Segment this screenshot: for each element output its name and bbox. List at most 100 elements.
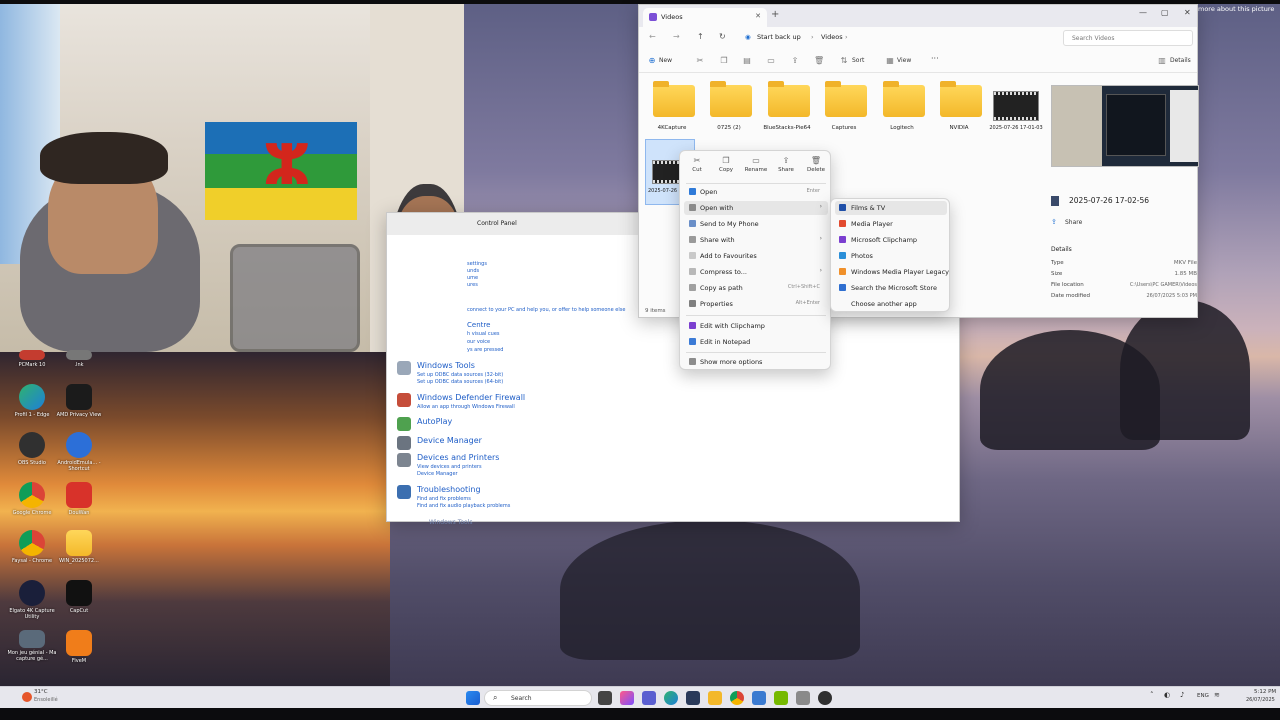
breadcrumb-start-back-up[interactable]: Start back up [757,33,801,41]
folder-item[interactable]: 4KCapture [645,81,699,135]
teams-icon[interactable] [642,691,656,705]
copy-icon[interactable]: ❐ [719,56,729,66]
submenu-films-tv[interactable]: Films & TV [835,201,947,215]
bottom-partial-link[interactable]: Windows Tools [429,519,472,526]
folder-item[interactable]: Captures [817,81,871,135]
clock-time[interactable]: 5:12 PM [1254,689,1276,695]
submenu-clipchamp[interactable]: Microsoft Clipchamp [835,233,947,247]
forward-icon[interactable]: → [673,32,680,41]
start-icon[interactable] [466,691,480,705]
clock-date[interactable]: 26/07/2025 [1246,697,1275,703]
folder-item[interactable]: 0725 (2) [702,81,756,135]
weather-icon[interactable] [22,692,32,702]
folder-item[interactable]: Logitech [875,81,929,135]
chrome-icon[interactable] [730,691,744,705]
more-options-button[interactable]: ··· [931,54,939,63]
share-icon[interactable]: ⇪ [790,56,800,66]
details-share-button[interactable]: Share [1065,219,1082,226]
maximize-icon[interactable]: ▢ [1161,8,1169,17]
details-button[interactable]: Details [1170,57,1191,64]
breadcrumb-videos[interactable]: Videos [821,33,843,41]
desktop-icon-win-folder[interactable]: WIN_2025072... [53,530,105,564]
desktop-icon-capcut[interactable]: CapCut [53,580,105,614]
side-link[interactable]: settings [467,261,487,267]
menu-edit-clipchamp[interactable]: Edit with Clipchamp [684,319,828,333]
copy-quick-action[interactable]: ❐ Copy [711,155,741,181]
desktop-icon-fivem[interactable]: FiveM [53,630,105,664]
folder-item[interactable]: BlueStacks-Pie64 [760,81,814,135]
menu-show-more-options[interactable]: Show more options [684,355,828,369]
tab-videos[interactable]: Videos ✕ [643,8,767,27]
rename-quick-action[interactable]: ▭ Rename [741,155,771,181]
side-link[interactable]: ys are pressed [467,347,503,353]
menu-add-favourites[interactable]: Add to Favourites [684,249,828,263]
chevron-up-icon[interactable]: ˄ [1150,691,1154,699]
submenu-choose-another-app[interactable]: Choose another app [835,297,947,311]
side-link[interactable]: ume [467,275,478,281]
menu-open[interactable]: Open Enter [684,185,828,199]
copilot-icon[interactable] [620,691,634,705]
side-link[interactable]: h visual cues [467,331,500,337]
edge-icon[interactable] [664,691,678,705]
menu-compress[interactable]: Compress to... › [684,265,828,279]
close-tab-icon[interactable]: ✕ [755,12,761,20]
submenu-wmp-legacy[interactable]: Windows Media Player Legacy [835,265,949,279]
menu-properties[interactable]: Properties Alt+Enter [684,297,828,311]
share-quick-action[interactable]: ⇪ Share [771,155,801,181]
new-button[interactable]: New [659,57,672,64]
close-window-icon[interactable]: ✕ [1184,8,1191,17]
nvidia-icon[interactable] [774,691,788,705]
obs-icon[interactable] [818,691,832,705]
control-panel-icon[interactable] [752,691,766,705]
desktop-icon-douwan[interactable]: DouWan [53,482,105,516]
overlay-hint[interactable]: more about this picture [1198,5,1274,13]
desktop-icon-obs[interactable]: OBS Studio [6,432,58,466]
submenu-photos[interactable]: Photos [835,249,947,263]
volume-icon[interactable]: ♪ [1180,691,1184,699]
wifi-icon[interactable]: ≋ [1214,691,1220,699]
folder-item[interactable]: NVIDIA [932,81,986,135]
video-file-item[interactable]: 2025-07-26 17-01-03 [989,91,1043,141]
file-explorer-icon[interactable] [708,691,722,705]
new-tab-icon[interactable]: + [771,9,779,20]
weather-temp[interactable]: 31°C [34,689,48,695]
submenu-store-search[interactable]: Search the Microsoft Store [835,281,947,295]
language-indicator[interactable]: ENG [1197,693,1209,699]
side-link[interactable]: our voice [467,339,490,345]
menu-send-to-phone[interactable]: Send to My Phone [684,217,828,231]
refresh-icon[interactable]: ↻ [719,32,726,41]
app-icon[interactable] [796,691,810,705]
menu-open-with[interactable]: Open with › [684,201,828,215]
delete-quick-action[interactable]: 🗑 Delete [801,155,831,181]
task-view-icon[interactable] [598,691,612,705]
menu-edit-notepad[interactable]: Edit in Notepad [684,335,828,349]
connect-hint[interactable]: connect to your PC and help you, or offe… [467,307,625,313]
weather-condition[interactable]: Ensoleillé [34,697,58,703]
network-icon[interactable]: ◐ [1164,691,1170,699]
desktop-icon-faysal-chrome[interactable]: Faysal - Chrome [6,530,58,564]
cut-quick-action[interactable]: ✂ Cut [682,155,712,181]
desktop-icon-game-capture[interactable]: Mon jeu génial - Ma capture gé... [6,630,58,662]
rename-icon[interactable]: ▭ [766,56,776,66]
paste-icon[interactable]: ▤ [742,56,752,66]
desktop-icon-pcmark[interactable]: PCMark 10 [6,350,58,368]
search-input[interactable]: Search Videos [1063,30,1193,46]
desktop-icon-chrome[interactable]: Google Chrome [6,482,58,516]
submenu-media-player[interactable]: Media Player [835,217,947,231]
view-button[interactable]: View [897,57,911,64]
side-link[interactable]: ures [467,282,478,288]
minimize-icon[interactable]: — [1139,8,1147,17]
centre-label[interactable]: Centre [467,321,490,329]
delete-icon[interactable]: 🗑 [814,56,824,66]
menu-share-with[interactable]: Share with › [684,233,828,247]
taskbar-search[interactable]: ⌕ Search [484,690,592,706]
desktop-icon-android-emulator[interactable]: AndroidEmula... - Shortcut [53,432,105,472]
up-icon[interactable]: ↑ [697,32,704,41]
desktop-icon-lnk[interactable]: .lnk [53,350,105,368]
cut-icon[interactable]: ✂ [695,56,705,66]
sort-button[interactable]: Sort [852,57,864,64]
menu-copy-as-path[interactable]: Copy as path Ctrl+Shift+C [684,281,828,295]
back-icon[interactable]: ← [649,32,656,41]
side-link[interactable]: unds [467,268,479,274]
store-icon[interactable] [686,691,700,705]
